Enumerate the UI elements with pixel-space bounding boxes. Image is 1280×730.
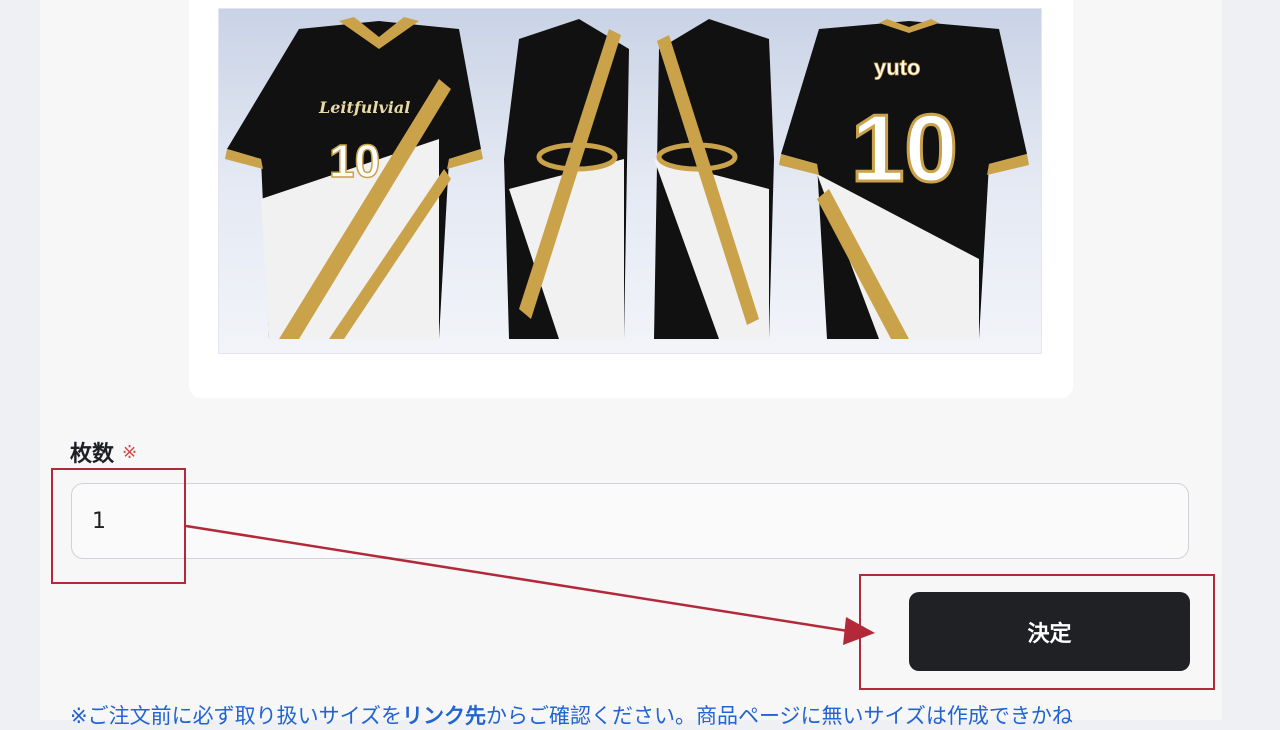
quantity-label: 枚数 ※: [70, 436, 137, 468]
quantity-label-text: 枚数: [70, 442, 115, 467]
jersey-preview-image: Leitfulvial 10 yuto 10: [218, 8, 1042, 354]
notice-prefix: ※ご注文前に必ず取り扱いサイズを: [70, 704, 402, 728]
jersey-back-number: 10: [851, 95, 958, 202]
annotation-box-submit: [859, 574, 1215, 690]
jersey-side-right: [654, 19, 774, 339]
jersey-back-name: yuto: [874, 55, 920, 80]
jersey-front-text: Leitfulvial: [318, 98, 410, 117]
size-notice: ※ご注文前に必ず取り扱いサイズをリンク先からご確認ください。商品ページに無いサイ…: [70, 700, 1210, 730]
required-mark: ※: [122, 441, 138, 463]
jersey-front-number: 10: [329, 135, 380, 187]
annotation-box-quantity: [51, 468, 186, 584]
notice-suffix: からご確認ください。商品ページに無いサイズは作成できかね: [485, 704, 1073, 728]
size-link[interactable]: リンク先: [402, 704, 486, 728]
jersey-side-left: [504, 19, 629, 339]
quantity-input[interactable]: [71, 483, 1189, 559]
